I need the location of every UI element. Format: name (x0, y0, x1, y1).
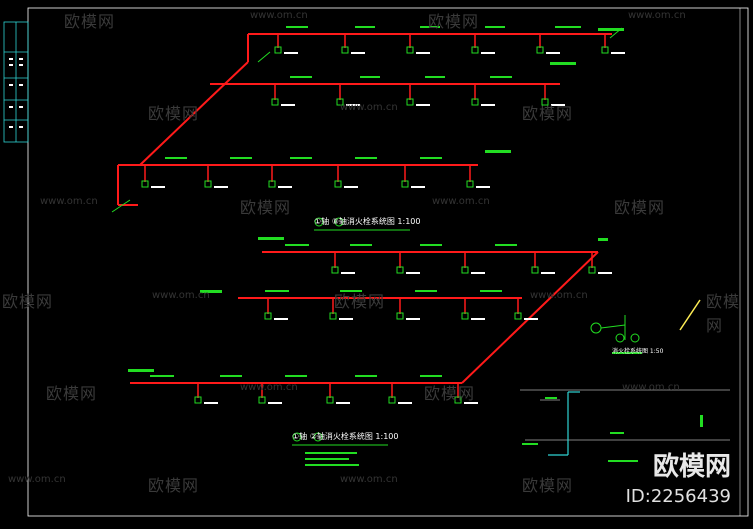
watermark-url: www.om.cn (340, 474, 398, 485)
watermark-url: www.om.cn (340, 102, 398, 113)
watermark-url: www.om.cn (432, 196, 490, 207)
watermark: 欧模网 (46, 384, 98, 403)
left-title-block (3, 21, 29, 143)
watermark-url: www.om.cn (40, 196, 98, 207)
watermark-url: www.om.cn (628, 10, 686, 21)
watermark: 欧模网 (706, 292, 741, 335)
lower-riser-pipes (130, 251, 599, 384)
watermark-url: www.om.cn (240, 382, 298, 393)
upper-system-title: ①轴 ⑧轴消火栓系统图 1:100 (314, 217, 421, 226)
cad-drawing-canvas (3, 7, 749, 517)
watermark: 欧模网 (2, 292, 54, 311)
watermark-url: www.om.cn (622, 382, 680, 393)
watermark: 欧模网 (522, 104, 574, 123)
watermark: 欧模网 (240, 198, 292, 217)
pipe-label-ticks (150, 26, 581, 377)
watermark: 欧模网 (148, 104, 200, 123)
brand-id: ID:2256439 (625, 486, 731, 507)
watermark: 欧模网 (334, 292, 386, 311)
watermark: 欧模网 (522, 476, 574, 495)
brand-logo-text: 欧模网 (652, 452, 731, 482)
watermark-url: www.om.cn (152, 290, 210, 301)
watermark: 欧模网 (428, 12, 480, 31)
notes-lines (305, 452, 359, 466)
lower-branch-drops (197, 252, 593, 398)
watermark: 欧模网 (148, 476, 200, 495)
detail-title: 消火栓系统图 1:50 (612, 348, 664, 355)
watermark: 欧模网 (614, 198, 666, 217)
watermark: 欧模网 (424, 384, 476, 403)
watermark-url: www.om.cn (8, 474, 66, 485)
elevation-pipes (548, 391, 580, 456)
watermark: 欧模网 (64, 12, 116, 31)
lower-system-title: ①轴 ②轴消火栓系统图 1:100 (292, 432, 399, 441)
watermark-url: www.om.cn (530, 290, 588, 301)
watermark-url: www.om.cn (250, 10, 308, 21)
valve-tags (128, 28, 624, 372)
